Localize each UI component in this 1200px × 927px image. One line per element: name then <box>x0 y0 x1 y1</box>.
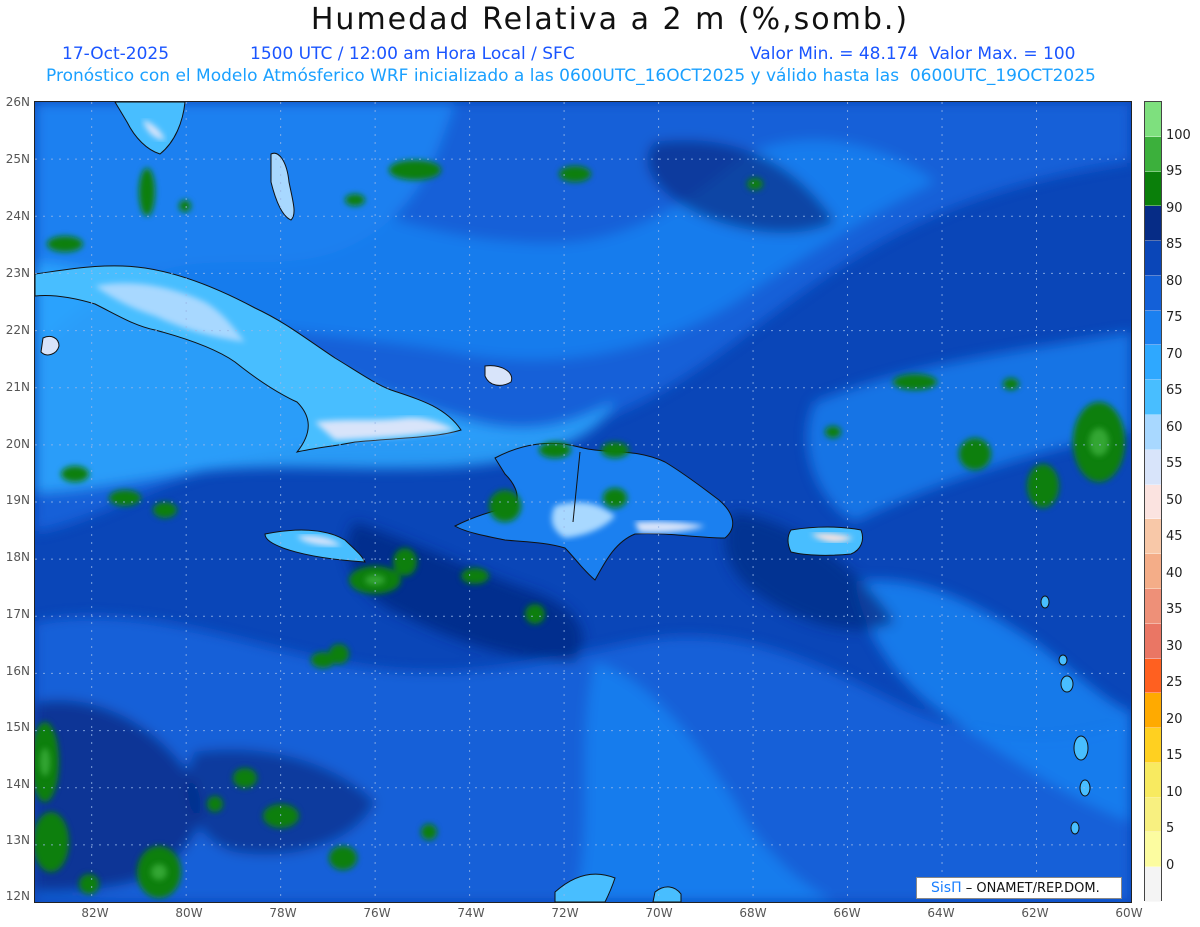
model-info: Pronóstico con el Modelo Atmósferico WRF… <box>46 66 1096 86</box>
lat-label: 13N <box>5 833 30 847</box>
colorbar-swatch <box>1145 554 1161 589</box>
colorbar-label: 20 <box>1166 712 1183 727</box>
credit-box: SisΠ – ONAMET/REP.DOM. <box>916 877 1122 899</box>
map-title: Humedad Relativa a 2 m (%,somb.) <box>310 2 910 37</box>
lat-label: 17N <box>5 607 30 621</box>
colorbar-swatch <box>1145 102 1161 137</box>
lat-label: 19N <box>5 493 30 507</box>
colorbar-label: 75 <box>1166 310 1183 325</box>
colorbar-label: 85 <box>1166 237 1183 252</box>
colorbar-label: 55 <box>1166 456 1183 471</box>
lat-label: 15N <box>5 720 30 734</box>
colorbar-swatch <box>1145 832 1161 868</box>
lon-label: 70W <box>645 906 673 920</box>
lon-label: 62W <box>1021 906 1049 920</box>
colorbar-swatch <box>1145 345 1161 381</box>
colorbar-swatch <box>1145 275 1161 311</box>
colorbar-label: 60 <box>1166 420 1183 435</box>
colorbar-swatch <box>1145 693 1161 729</box>
colorbar-label: 100 <box>1166 128 1191 143</box>
colorbar-swatch <box>1145 206 1161 242</box>
colorbar-swatch <box>1145 728 1161 763</box>
colorbar-swatch <box>1145 797 1161 833</box>
lon-label: 78W <box>269 906 297 920</box>
min-max-values: Valor Min. = 48.174 Valor Max. = 100 <box>750 44 1076 64</box>
colorbar-swatch <box>1145 310 1161 346</box>
colorbar-label: 5 <box>1166 821 1175 836</box>
lon-label: 66W <box>833 906 861 920</box>
lat-label: 24N <box>5 209 30 223</box>
forecast-date: 17-Oct-2025 <box>62 44 170 64</box>
lat-label: 18N <box>5 550 30 564</box>
colorbar-label: 65 <box>1166 383 1183 398</box>
humidity-map <box>34 101 1132 903</box>
colorbar-label: 70 <box>1166 347 1183 362</box>
colorbar-swatch <box>1145 449 1161 485</box>
lat-label: 26N <box>5 95 30 109</box>
lon-label: 68W <box>739 906 767 920</box>
map-canvas <box>35 102 1131 902</box>
colorbar-label: 30 <box>1166 639 1183 654</box>
colorbar-label: 90 <box>1166 201 1183 216</box>
colorbar <box>1144 101 1162 902</box>
colorbar-swatch <box>1145 415 1161 450</box>
lon-label: 72W <box>551 906 579 920</box>
colorbar-swatch <box>1145 171 1161 207</box>
lat-label: 23N <box>5 266 30 280</box>
colorbar-label: 10 <box>1166 785 1183 800</box>
colorbar-swatch <box>1145 380 1161 416</box>
lon-label: 80W <box>175 906 203 920</box>
lon-label: 82W <box>81 906 109 920</box>
lat-label: 25N <box>5 152 30 166</box>
colorbar-label: 25 <box>1166 675 1183 690</box>
credit-text: – ONAMET/REP.DOM. <box>965 881 1100 896</box>
lat-label: 22N <box>5 323 30 337</box>
sispi-logo: SisΠ <box>931 880 962 896</box>
colorbar-swatch <box>1145 484 1161 520</box>
colorbar-swatch <box>1145 588 1161 624</box>
colorbar-label: 0 <box>1166 858 1175 873</box>
colorbar-swatch <box>1145 867 1161 902</box>
colorbar-label: 40 <box>1166 566 1183 581</box>
colorbar-label: 95 <box>1166 164 1183 179</box>
colorbar-swatch <box>1145 519 1161 555</box>
lon-label: 60W <box>1115 906 1143 920</box>
colorbar-swatch <box>1145 762 1161 798</box>
lat-label: 16N <box>5 664 30 678</box>
colorbar-swatch <box>1145 623 1161 659</box>
colorbar-label: 50 <box>1166 493 1183 508</box>
colorbar-swatch <box>1145 658 1161 694</box>
lat-label: 14N <box>5 777 30 791</box>
colorbar-swatch <box>1145 136 1161 172</box>
lat-label: 20N <box>5 437 30 451</box>
lat-label: 12N <box>5 889 30 903</box>
colorbar-label: 80 <box>1166 274 1183 289</box>
valid-time: 1500 UTC / 12:00 am Hora Local / SFC <box>250 44 575 64</box>
lon-label: 74W <box>457 906 485 920</box>
colorbar-label: 45 <box>1166 529 1183 544</box>
colorbar-label: 15 <box>1166 748 1183 763</box>
lat-label: 21N <box>5 380 30 394</box>
lon-label: 64W <box>927 906 955 920</box>
colorbar-swatch <box>1145 241 1161 276</box>
colorbar-label: 35 <box>1166 602 1183 617</box>
lon-label: 76W <box>363 906 391 920</box>
